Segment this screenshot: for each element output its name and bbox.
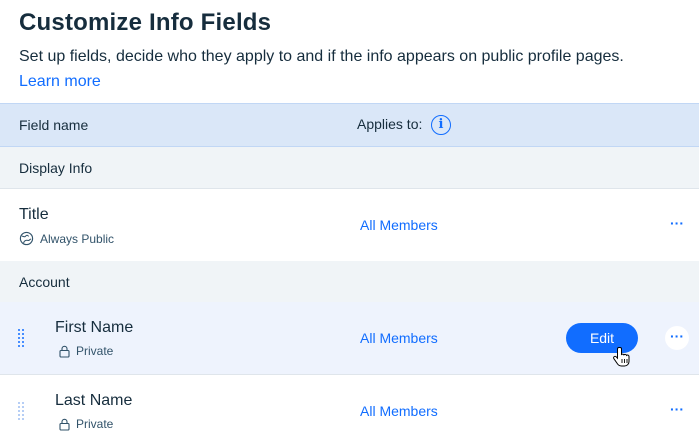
learn-more-link[interactable]: Learn more xyxy=(19,72,101,92)
globe-icon xyxy=(19,231,34,246)
hand-pointer-cursor-icon xyxy=(613,347,630,367)
more-actions-button[interactable]: ··· xyxy=(665,326,689,350)
drag-handle-icon[interactable] xyxy=(16,327,26,349)
lock-icon xyxy=(59,418,70,431)
more-actions-button[interactable]: ··· xyxy=(665,399,689,423)
column-header-field-name: Field name xyxy=(19,117,89,133)
applies-to-link[interactable]: All Members xyxy=(360,330,438,346)
table-header: Field name Applies to: i xyxy=(0,103,699,147)
field-visibility: Private xyxy=(59,344,113,358)
more-actions-button[interactable]: ··· xyxy=(665,213,689,237)
drag-handle-icon[interactable] xyxy=(16,400,26,422)
field-visibility: Private xyxy=(59,417,113,431)
field-name: Last Name xyxy=(55,392,133,409)
page-title: Customize Info Fields xyxy=(19,9,272,36)
section-label: Account xyxy=(19,274,70,290)
field-visibility: Always Public xyxy=(19,231,114,246)
page-header: Customize Info Fields Set up fields, dec… xyxy=(19,8,689,92)
field-row-title[interactable]: Title Always Public All Members ··· xyxy=(0,189,699,262)
field-name: First Name xyxy=(55,319,134,336)
visibility-label: Always Public xyxy=(40,231,115,246)
applies-to-link[interactable]: All Members xyxy=(360,217,438,233)
visibility-label: Private xyxy=(76,417,114,431)
page-subtitle: Set up fields, decide who they apply to … xyxy=(19,48,624,65)
column-header-applies-to: Applies to: xyxy=(357,116,423,132)
field-row-last-name[interactable]: Last Name Private All Members ··· xyxy=(0,375,699,447)
field-name: Title xyxy=(19,206,49,223)
visibility-label: Private xyxy=(76,344,114,358)
section-header-display-info: Display Info xyxy=(0,147,699,189)
applies-to-link[interactable]: All Members xyxy=(360,403,438,419)
field-row-first-name[interactable]: First Name Private All Members Edit ··· xyxy=(0,302,699,375)
section-header-account: Account xyxy=(0,261,699,303)
info-icon[interactable]: i xyxy=(431,115,451,135)
lock-icon xyxy=(59,345,70,358)
section-label: Display Info xyxy=(19,160,93,176)
